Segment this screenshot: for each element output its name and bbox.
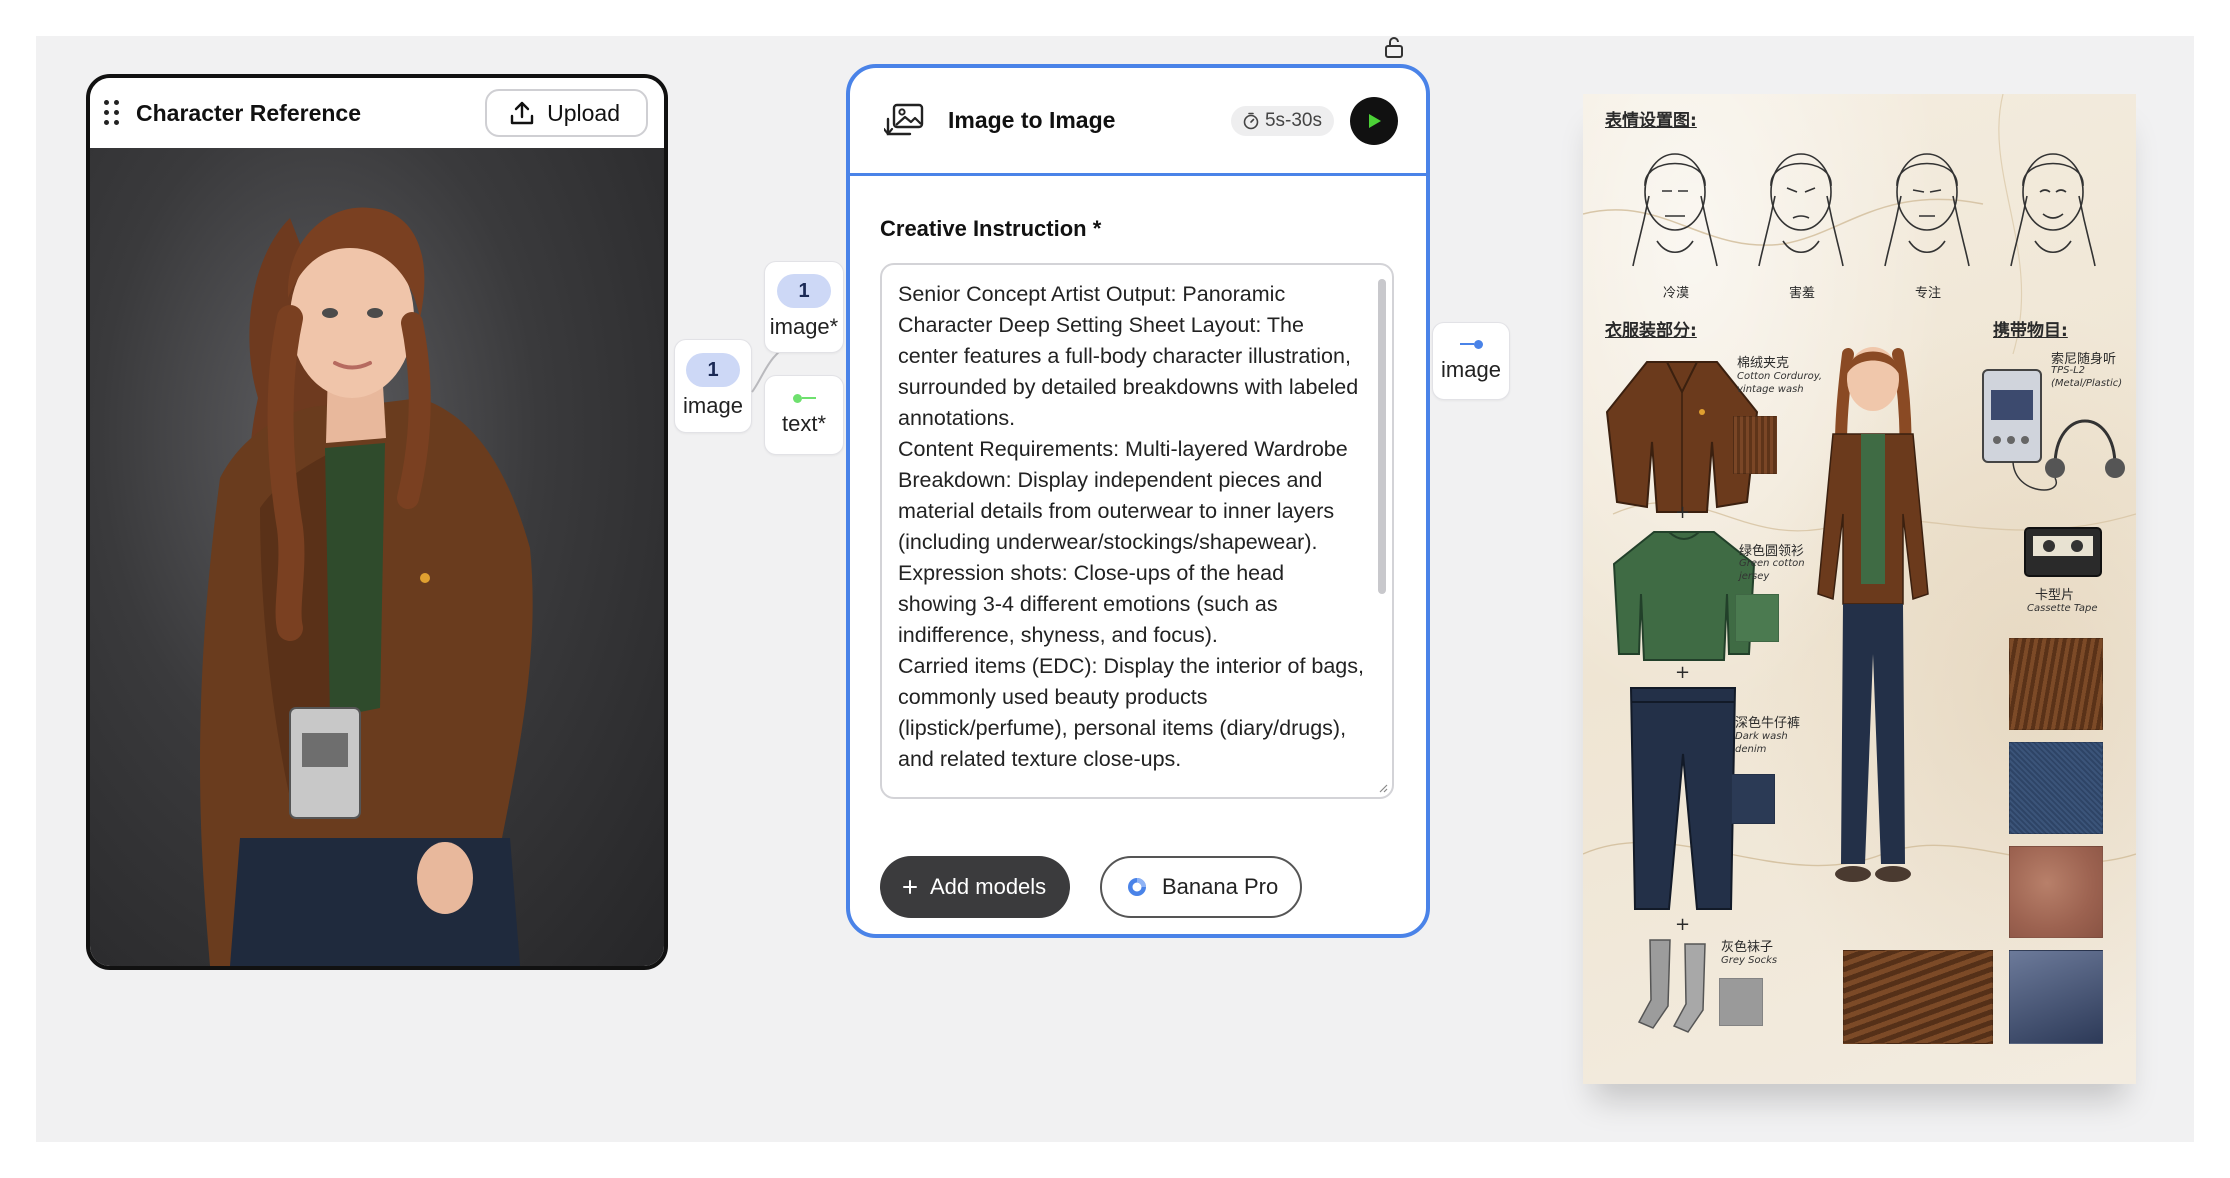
plus-icon: [903, 880, 917, 894]
lock-icon[interactable]: [1383, 36, 1405, 58]
creative-instruction-textarea[interactable]: Senior Concept Artist Output: Panoramic …: [880, 263, 1394, 799]
node-image-input-label: image*: [769, 314, 839, 339]
node-image-output-port[interactable]: image: [1432, 322, 1510, 400]
expression-caption-2: 害羞: [1789, 286, 1816, 301]
corduroy-closeup: [2009, 638, 2103, 730]
reference-card-header: Character Reference Upload: [90, 78, 664, 148]
plus-2: +: [1675, 662, 1691, 683]
reference-card-title: Character Reference: [136, 99, 362, 126]
text-port-connector-icon: [792, 393, 816, 403]
node-text-input-label: text*: [781, 410, 827, 436]
cassette-illustration: [2024, 527, 2102, 577]
sock-swatch: [1719, 978, 1763, 1026]
upload-button-label: Upload: [547, 99, 620, 126]
character-reference-card[interactable]: Character Reference Upload: [86, 74, 668, 970]
walkman-buttons-closeup: [2009, 950, 2103, 1044]
expression-caption-3: 专注: [1915, 286, 1942, 301]
cassette-label-en: Cassette Tape: [2027, 603, 2098, 614]
node-image-count-badge: 1: [777, 274, 831, 308]
socks-illustration: [1637, 939, 1706, 1033]
timer-icon: [1243, 112, 1259, 129]
denim-swatch: [1731, 774, 1775, 824]
node-text-input-port[interactable]: text*: [764, 375, 844, 455]
creative-instruction-text[interactable]: Senior Concept Artist Output: Panoramic …: [898, 279, 1368, 775]
jeans-label-en: Dark wash denim: [1735, 731, 1788, 755]
reference-photo-illustration: [200, 207, 533, 966]
socks-label-en: Grey Socks: [1721, 955, 1778, 966]
node-image-output-label: image: [1441, 356, 1501, 382]
reference-image-port-label: image: [683, 393, 743, 418]
full-body-character: [1817, 347, 1929, 882]
time-estimate-badge: 5s-30s: [1230, 105, 1334, 136]
reference-photo: [90, 148, 664, 966]
expressions-section-title: 表情设置图:: [1605, 111, 1697, 131]
model-name: Banana Pro: [1162, 874, 1279, 899]
cassette-label-cn: 卡型片: [2035, 588, 2075, 603]
expression-caption-1: 冷漠: [1663, 286, 1690, 301]
resize-handle-icon[interactable]: [1378, 783, 1388, 793]
plus-1: +: [1675, 502, 1691, 523]
upload-button[interactable]: Upload: [485, 89, 648, 137]
add-models-button[interactable]: Add models: [880, 856, 1071, 918]
jersey-swatch: [1735, 594, 1779, 642]
play-icon: [1369, 113, 1381, 128]
walkman-label-en: TPS-L2 (Metal/Plastic): [2051, 365, 2123, 389]
workflow-canvas[interactable]: Character Reference Upload 1 image 1 ima…: [36, 36, 2194, 1142]
edc-section-title: 携带物目:: [1993, 321, 2068, 341]
node-image-input-port[interactable]: 1 image*: [764, 261, 844, 353]
socks-label-cn: 灰色袜子: [1721, 940, 1774, 955]
denim-closeup: [2009, 742, 2103, 834]
expression-faces: [1632, 153, 2096, 267]
node-header: Image to Image 5s-30s: [850, 68, 1426, 176]
model-chip-banana-pro[interactable]: Banana Pro: [1100, 856, 1303, 918]
add-models-label: Add models: [930, 874, 1047, 899]
time-estimate-text: 5s-30s: [1264, 109, 1322, 131]
output-character-sheet[interactable]: 表情设置图: 冷漠 害羞 专注 衣服装部分: 携带物目: 棉绒夹克 Cotton…: [1583, 94, 2136, 1084]
upload-icon: [510, 101, 534, 125]
node-title: Image to Image: [948, 107, 1116, 133]
jacket-label-cn: 棉绒夹克: [1737, 356, 1790, 371]
jeans-label-cn: 深色牛仔裤: [1735, 716, 1801, 731]
run-button[interactable]: [1350, 96, 1398, 145]
image-to-image-icon: [884, 103, 924, 135]
corduroy-fabric-closeup: [1843, 950, 1993, 1044]
image-to-image-node[interactable]: Image to Image 5s-30s Creative Instructi…: [846, 64, 1430, 938]
textarea-scrollbar[interactable]: [1378, 279, 1386, 594]
leather-closeup: [2009, 846, 2103, 938]
reference-image-output-port[interactable]: 1 image: [674, 339, 752, 433]
drag-handle-icon[interactable]: [104, 100, 122, 126]
output-port-connector-icon: [1459, 339, 1483, 349]
reference-image-count-badge: 1: [686, 353, 740, 387]
creative-instruction-label: Creative Instruction *: [880, 216, 1102, 241]
wardrobe-section-title: 衣服装部分:: [1605, 321, 1697, 341]
gemini-model-icon: [1128, 878, 1146, 896]
corduroy-swatch: [1733, 416, 1777, 474]
plus-3: +: [1675, 914, 1691, 935]
jeans-illustration: [1629, 687, 1737, 910]
